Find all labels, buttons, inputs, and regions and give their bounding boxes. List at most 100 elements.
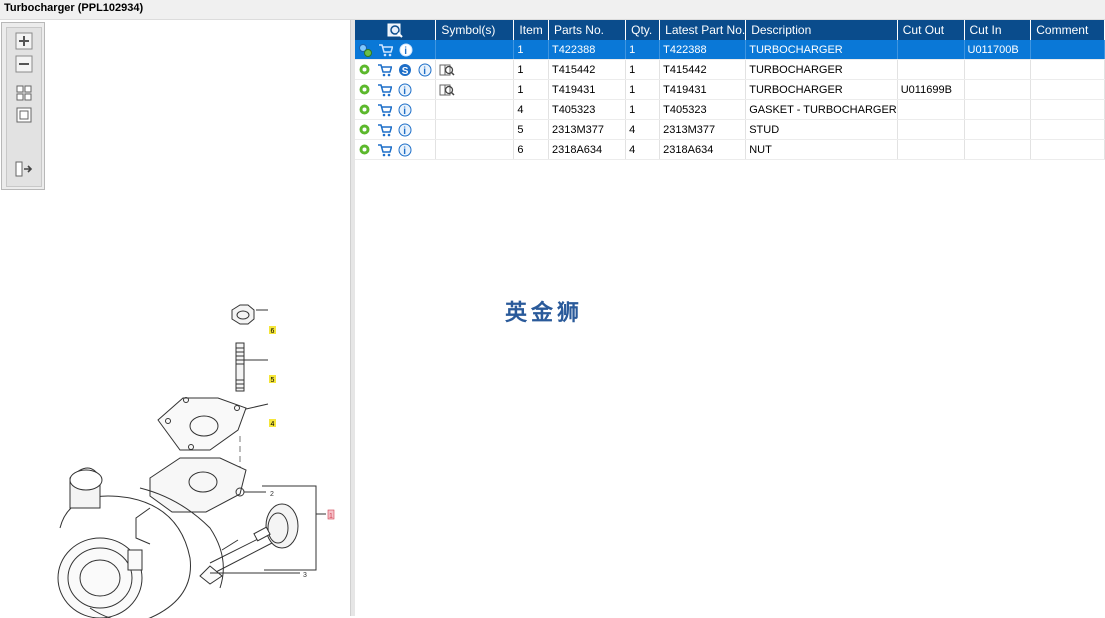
- callout-3[interactable]: 3: [303, 572, 307, 579]
- parts-grid-pane: Symbol(s) Item Parts No. Qty. Latest Par…: [355, 20, 1105, 616]
- row-item-cell: 4: [513, 99, 549, 120]
- row-qty-cell: 1: [625, 99, 661, 120]
- row-description-cell: TURBOCHARGER: [745, 59, 898, 80]
- zoom-in-button[interactable]: [15, 32, 33, 50]
- column-header-cut-in[interactable]: Cut In: [964, 20, 1032, 40]
- window-title-bar: Turbocharger (PPL102934): [0, 0, 1105, 20]
- minus-icon: [15, 55, 33, 73]
- row-part-no-cell: T419431: [548, 79, 627, 100]
- cart-icon[interactable]: [377, 63, 393, 77]
- cart-icon[interactable]: [378, 43, 394, 57]
- info-icon[interactable]: i: [418, 63, 432, 77]
- svg-text:i: i: [403, 86, 406, 97]
- row-part-no-cell: 2318A634: [548, 139, 627, 160]
- callout-5[interactable]: 5: [271, 377, 275, 384]
- book-magnifier-icon[interactable]: [439, 63, 455, 77]
- callout-6[interactable]: 6: [271, 328, 275, 335]
- svg-text:i: i: [404, 46, 407, 57]
- row-cut-out-cell: U011699B: [897, 79, 965, 100]
- row-cut-out-cell: [897, 139, 965, 160]
- column-header-qty[interactable]: Qty.: [625, 20, 661, 40]
- book-magnifier-icon[interactable]: [439, 83, 455, 97]
- row-item-cell: 1: [513, 59, 549, 80]
- gear-icon[interactable]: [358, 143, 371, 156]
- column-header-latest-part-no[interactable]: Latest Part No.: [659, 20, 747, 40]
- row-actions-cell: i: [355, 79, 437, 100]
- row-comment-cell: [1030, 99, 1105, 120]
- gear-icon[interactable]: [358, 103, 371, 116]
- column-header-cut-out[interactable]: Cut Out: [897, 20, 965, 40]
- column-header-description[interactable]: Description: [745, 20, 898, 40]
- table-header-row: Symbol(s) Item Parts No. Qty. Latest Par…: [355, 20, 1105, 40]
- column-header-symbols[interactable]: Symbol(s): [435, 20, 515, 40]
- row-part-no-cell: 2313M377: [548, 119, 627, 140]
- row-cut-out-cell: [897, 40, 965, 60]
- table-row[interactable]: S i 1 T415442 1 T415442 TURBOCHARGER: [355, 59, 1105, 80]
- table-row[interactable]: i 1 T422388 1 T422388 TURBOCHARGER U0117…: [355, 40, 1105, 60]
- column-header-comment[interactable]: Comment: [1030, 20, 1105, 40]
- row-latest-part-cell: T415442: [659, 59, 747, 80]
- info-icon[interactable]: i: [398, 123, 412, 137]
- info-icon[interactable]: i: [398, 143, 412, 157]
- turbocharger-diagram: 6 5 4 2 1 3: [57, 304, 335, 618]
- callout-2[interactable]: 2: [270, 491, 274, 498]
- row-description-cell: GASKET - TURBOCHARGER: [745, 99, 898, 120]
- row-symbols-cell: [435, 59, 515, 80]
- row-latest-part-cell: T419431: [659, 79, 747, 100]
- cart-icon[interactable]: [377, 83, 393, 97]
- row-cut-in-cell: [964, 119, 1032, 140]
- row-cut-in-cell: [964, 79, 1032, 100]
- row-cut-out-cell: [897, 99, 965, 120]
- row-cut-in-cell: [964, 59, 1032, 80]
- fit-page-button[interactable]: [15, 106, 33, 124]
- row-cut-in-cell: [964, 139, 1032, 160]
- zoom-out-button[interactable]: [15, 55, 33, 73]
- row-qty-cell: 1: [625, 59, 661, 80]
- column-header-item[interactable]: Item: [513, 20, 549, 40]
- column-header-actions[interactable]: [355, 20, 437, 40]
- row-item-cell: 1: [513, 40, 549, 60]
- callout-1[interactable]: 1: [329, 513, 333, 520]
- info-icon[interactable]: i: [398, 103, 412, 117]
- cart-icon[interactable]: [377, 143, 393, 157]
- cart-icon[interactable]: [377, 103, 393, 117]
- svg-text:S: S: [402, 66, 409, 77]
- row-description-cell: TURBOCHARGER: [745, 40, 898, 60]
- row-actions-cell: i: [355, 119, 437, 140]
- row-latest-part-cell: 2318A634: [659, 139, 747, 160]
- gear-icon[interactable]: [358, 63, 371, 76]
- table-row[interactable]: i 5 2313M377 4 2313M377 STUD: [355, 119, 1105, 140]
- window-title: Turbocharger (PPL102934): [4, 2, 144, 14]
- row-item-cell: 1: [513, 79, 549, 100]
- row-part-no-cell: T415442: [548, 59, 627, 80]
- svg-text:i: i: [403, 146, 406, 157]
- info-icon[interactable]: i: [399, 43, 413, 57]
- callout-4[interactable]: 4: [271, 421, 275, 428]
- table-row[interactable]: i 4 T405323 1 T405323 GASKET - TURBOCHAR…: [355, 99, 1105, 120]
- gear-icon[interactable]: [358, 83, 371, 96]
- plus-icon: [15, 32, 33, 50]
- fit-all-button[interactable]: [15, 84, 33, 102]
- table-row[interactable]: i 6 2318A634 4 2318A634 NUT: [355, 139, 1105, 160]
- toggle-panel-button[interactable]: [15, 160, 33, 178]
- viewer-toolbox: [1, 22, 45, 190]
- related-parts-icon[interactable]: [358, 43, 372, 57]
- row-cut-in-cell: U011700B: [964, 40, 1032, 60]
- table-row[interactable]: i 1 T419431 1 T419431 TURBOCHARGER U0116…: [355, 79, 1105, 100]
- column-header-parts-no[interactable]: Parts No.: [548, 20, 627, 40]
- row-description-cell: STUD: [745, 119, 898, 140]
- row-symbols-cell: [435, 119, 515, 140]
- gear-icon[interactable]: [358, 123, 371, 136]
- row-cut-out-cell: [897, 119, 965, 140]
- supersession-icon[interactable]: S: [398, 63, 412, 77]
- info-icon[interactable]: i: [398, 83, 412, 97]
- diagram-pane[interactable]: 6 5 4 2 1 3: [0, 20, 350, 618]
- row-description-cell: NUT: [745, 139, 898, 160]
- row-part-no-cell: T422388: [548, 40, 627, 60]
- parts-table: Symbol(s) Item Parts No. Qty. Latest Par…: [355, 20, 1105, 160]
- row-qty-cell: 4: [625, 139, 661, 160]
- svg-text:i: i: [403, 106, 406, 117]
- row-qty-cell: 1: [625, 79, 661, 100]
- cart-icon[interactable]: [377, 123, 393, 137]
- panel-arrow-icon: [15, 161, 33, 177]
